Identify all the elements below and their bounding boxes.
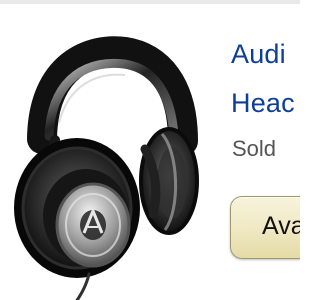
- product-image[interactable]: [0, 30, 215, 300]
- headphones-icon: [14, 36, 199, 300]
- product-title-link-line-2[interactable]: Heac: [231, 88, 295, 118]
- product-title-link-line-1[interactable]: Audi: [231, 39, 286, 69]
- availability-button[interactable]: Ava: [230, 196, 300, 259]
- product-listing-page: Audi Heac Sold Ava: [0, 0, 300, 300]
- availability-button-label: Ava: [262, 212, 300, 240]
- seller-label: Sold: [232, 136, 277, 161]
- top-divider: [0, 0, 300, 4]
